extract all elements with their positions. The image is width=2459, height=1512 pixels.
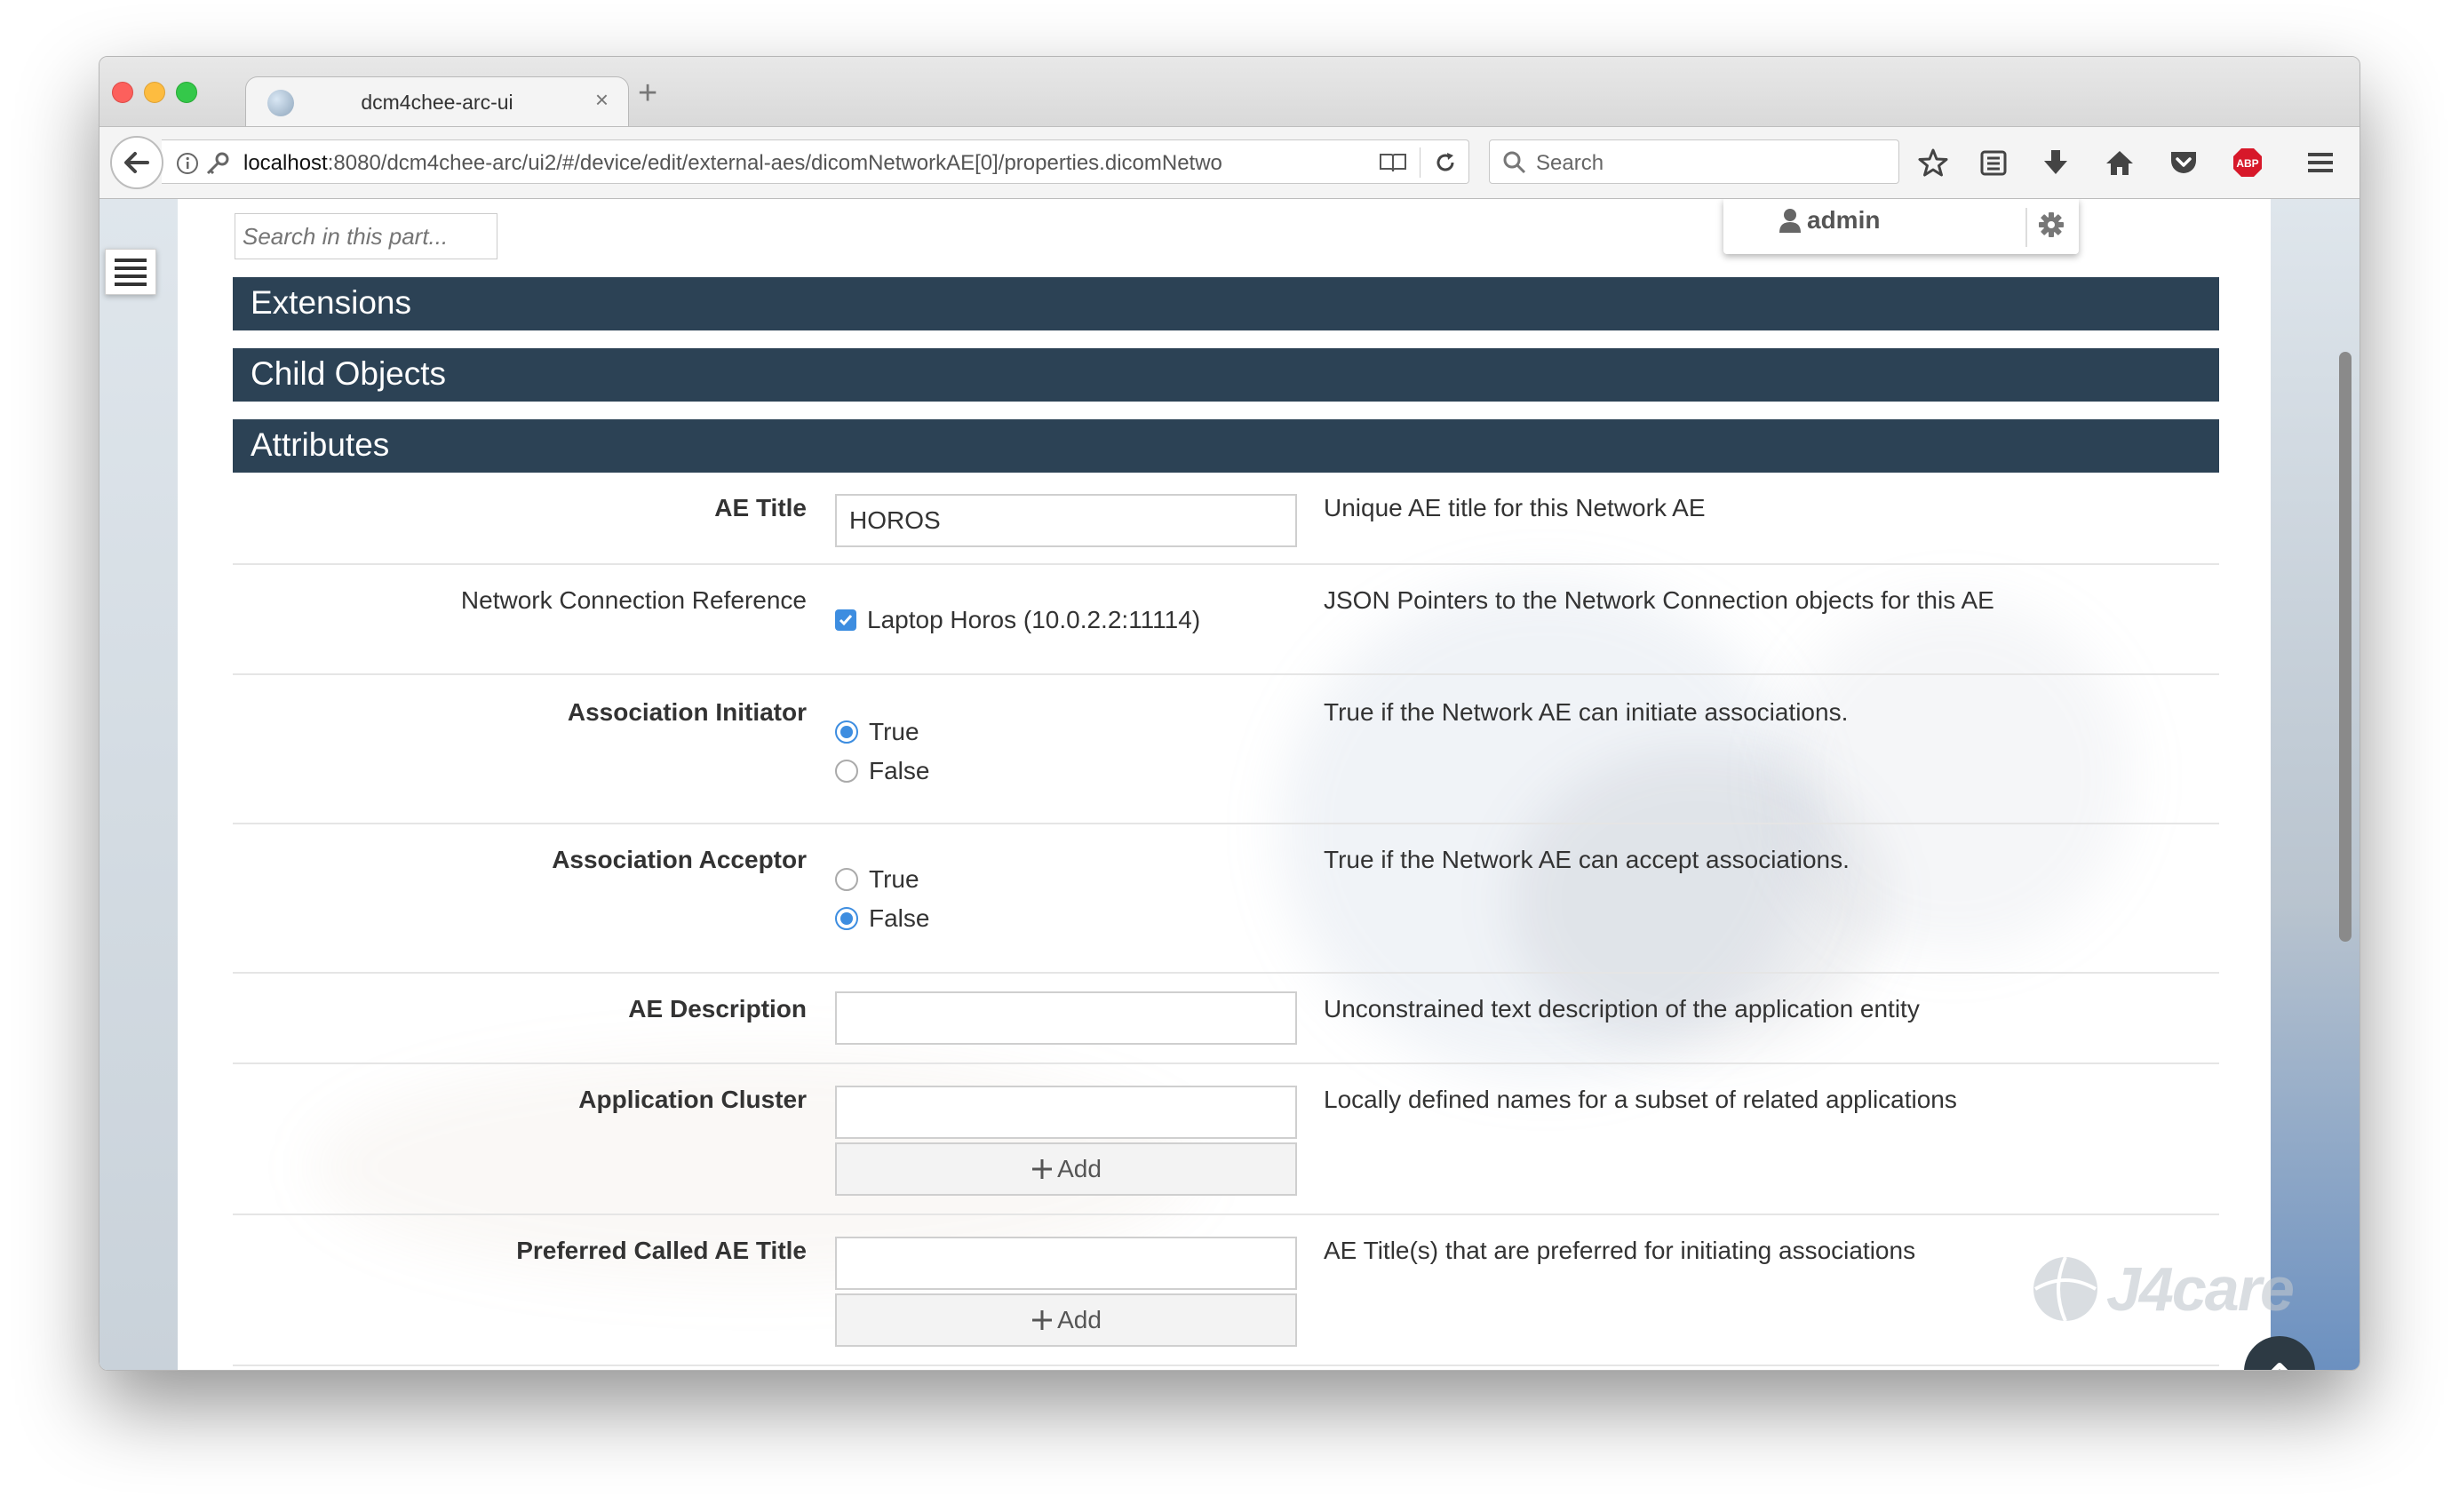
download-icon[interactable] (2040, 147, 2072, 179)
radio-unselected-icon[interactable] (835, 868, 858, 891)
search-part-input[interactable] (235, 213, 497, 259)
ae-title-input[interactable] (835, 494, 1297, 547)
preferred-called-ae-description: AE Title(s) that are preferred for initi… (1324, 1237, 1916, 1264)
association-acceptor-label: Association Acceptor (552, 846, 807, 873)
bookmark-star-icon[interactable] (1917, 147, 1949, 179)
user-button[interactable]: admin (1779, 206, 1880, 235)
url-path: :8080/dcm4chee-arc/ui2/#/device/edit/ext… (327, 151, 1222, 175)
association-acceptor-false[interactable]: False (835, 904, 929, 933)
info-icon[interactable] (176, 152, 199, 175)
ae-description-row: AE Description Unconstrained text descri… (233, 974, 2219, 1064)
j4care-logo: J4care (2030, 1253, 2295, 1325)
association-acceptor-true[interactable]: True (835, 865, 919, 894)
radio-selected-icon[interactable] (835, 907, 858, 930)
hamburger-menu-icon[interactable] (2304, 147, 2336, 179)
user-menu[interactable]: admin (1723, 199, 2079, 254)
network-connection-row: Network Connection Reference Laptop Horo… (233, 565, 2219, 675)
association-initiator-false-label: False (869, 757, 930, 784)
application-cluster-label: Application Cluster (578, 1086, 807, 1113)
section-extensions[interactable]: Extensions (233, 277, 2219, 330)
application-cluster-add-button[interactable]: Add (835, 1142, 1297, 1196)
device-edit-form: admin Extensions Child Objects Attribute… (233, 199, 2219, 1370)
pocket-icon[interactable] (2168, 147, 2200, 179)
network-connection-label: Network Connection Reference (460, 586, 807, 614)
section-attributes[interactable]: Attributes (233, 419, 2219, 473)
preferred-called-ae-row: Preferred Called AE Title Add AE Title(s… (233, 1215, 2219, 1366)
bookmarks-list-icon[interactable] (1978, 147, 2009, 179)
vertical-scrollbar[interactable] (2339, 352, 2352, 942)
checkbox-checked-icon[interactable] (835, 609, 856, 631)
network-connection-description: JSON Pointers to the Network Connection … (1324, 586, 1994, 614)
search-icon (1503, 151, 1526, 174)
back-button[interactable] (110, 136, 163, 189)
tab-bar: dcm4chee-arc-ui × + (99, 57, 2360, 128)
preferred-called-ae-label: Preferred Called AE Title (516, 1237, 807, 1264)
application-cluster-description: Locally defined names for a subset of re… (1324, 1086, 1957, 1113)
reload-icon[interactable] (1434, 151, 1457, 174)
radio-selected-icon[interactable] (835, 720, 858, 744)
url-text[interactable]: localhost:8080/dcm4chee-arc/ui2/#/device… (243, 151, 1345, 176)
browser-window: dcm4chee-arc-ui × + localhost:8080/dcm4c… (99, 56, 2360, 1371)
back-arrow-icon (124, 152, 149, 173)
association-initiator-true-label: True (869, 718, 919, 745)
navigation-bar: localhost:8080/dcm4chee-arc/ui2/#/device… (99, 126, 2360, 199)
application-cluster-input[interactable] (835, 1086, 1297, 1139)
close-window-button[interactable] (112, 82, 133, 103)
browser-search-input[interactable]: Search (1489, 139, 1899, 184)
new-tab-button[interactable]: + (638, 76, 657, 110)
preferred-called-ae-input[interactable] (835, 1237, 1297, 1290)
page-viewport: admin Extensions Child Objects Attribute… (99, 199, 2360, 1370)
gear-icon[interactable] (2038, 211, 2065, 238)
zoom-window-button[interactable] (176, 82, 197, 103)
network-connection-option[interactable]: Laptop Horos (10.0.2.2:11114) (835, 606, 1200, 634)
plus-icon (1032, 1310, 1053, 1330)
ae-description-description: Unconstrained text description of the ap… (1324, 995, 1920, 1023)
ae-title-row: AE Title Unique AE title for this Networ… (233, 473, 2219, 565)
tab-title: dcm4chee-arc-ui (361, 91, 513, 114)
network-connection-option-label: Laptop Horos (10.0.2.2:11114) (867, 606, 1201, 633)
association-initiator-true[interactable]: True (835, 718, 919, 746)
j4care-logo-text: J4care (2106, 1254, 2295, 1324)
association-initiator-false[interactable]: False (835, 757, 929, 785)
main-panel: admin Extensions Child Objects Attribute… (178, 199, 2271, 1370)
preferred-called-ae-add-button[interactable]: Add (835, 1293, 1297, 1347)
section-child-objects[interactable]: Child Objects (233, 348, 2219, 402)
home-icon[interactable] (2104, 147, 2136, 179)
ae-title-description: Unique AE title for this Network AE (1324, 494, 1706, 521)
association-initiator-row: Association Initiator True False True if… (233, 675, 2219, 824)
svg-text:ABP: ABP (2236, 157, 2258, 170)
url-host: localhost (243, 151, 328, 175)
ae-description-input[interactable] (835, 991, 1297, 1045)
browser-tab[interactable]: dcm4chee-arc-ui × (245, 76, 629, 128)
association-acceptor-false-label: False (869, 904, 930, 932)
association-acceptor-description: True if the Network AE can accept associ… (1324, 846, 1850, 873)
add-label: Add (1057, 1306, 1102, 1333)
association-acceptor-row: Association Acceptor True False True if … (233, 824, 2219, 974)
application-cluster-row: Application Cluster Add Locally defined … (233, 1064, 2219, 1215)
add-label: Add (1057, 1155, 1102, 1182)
globe-logo-icon (2033, 1256, 2097, 1322)
ae-description-label: AE Description (628, 995, 807, 1023)
browser-search-placeholder: Search (1536, 151, 1604, 175)
plus-icon (1032, 1159, 1053, 1179)
adblock-plus-icon[interactable]: ABP (2232, 147, 2264, 179)
association-initiator-description: True if the Network AE can initiate asso… (1324, 698, 1849, 726)
username: admin (1807, 206, 1881, 234)
key-icon (206, 152, 229, 175)
url-bar[interactable]: localhost:8080/dcm4chee-arc/ui2/#/device… (162, 139, 1469, 184)
association-initiator-label: Association Initiator (567, 698, 807, 726)
sidebar-toggle-button[interactable] (105, 249, 156, 295)
reader-view-icon[interactable] (1379, 152, 1407, 173)
ae-title-label: AE Title (714, 494, 807, 521)
chevron-up-icon (2271, 1363, 2288, 1370)
close-tab-icon[interactable]: × (595, 86, 609, 114)
radio-unselected-icon[interactable] (835, 760, 858, 783)
minimize-window-button[interactable] (144, 82, 165, 103)
user-icon (1779, 209, 1801, 233)
association-acceptor-true-label: True (869, 865, 919, 893)
